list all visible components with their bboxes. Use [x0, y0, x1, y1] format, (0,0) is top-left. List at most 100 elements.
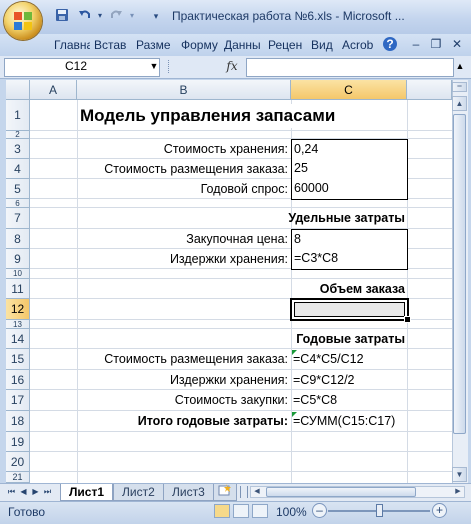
- tab-insert[interactable]: Встав: [94, 36, 130, 54]
- row-header-18[interactable]: 18: [6, 411, 30, 432]
- tab-review[interactable]: Рецен: [268, 36, 304, 54]
- column-header-b[interactable]: B: [77, 80, 291, 100]
- row-header-13[interactable]: 13: [6, 320, 30, 329]
- purchase-cost-cell[interactable]: =C5*C8: [291, 391, 409, 410]
- column-header-a[interactable]: A: [30, 80, 77, 100]
- column-header-c[interactable]: C: [291, 80, 407, 100]
- row-header-10[interactable]: 10: [6, 269, 30, 279]
- name-box-value: C12: [64, 59, 87, 73]
- purchase-price-cell[interactable]: 8: [291, 229, 408, 250]
- redo-icon[interactable]: [108, 8, 124, 24]
- scroll-down-icon[interactable]: ▼: [452, 467, 467, 482]
- fill-handle[interactable]: [404, 316, 411, 323]
- storage-cost-cell[interactable]: 0,24: [291, 139, 408, 160]
- insert-function-icon[interactable]: fx: [222, 58, 242, 75]
- row-header-1[interactable]: 1: [6, 100, 30, 131]
- status-text: Готово: [8, 505, 46, 519]
- error-indicator-icon[interactable]: [292, 350, 297, 355]
- expand-formula-bar-icon[interactable]: ▲: [455, 58, 465, 75]
- tab-formulas[interactable]: Форму: [181, 36, 221, 54]
- office-logo-icon: [14, 12, 32, 30]
- last-sheet-icon[interactable]: ⏭: [42, 486, 53, 498]
- row-header-5[interactable]: 5: [6, 179, 30, 199]
- purchase-cost-label: Стоимость закупки:: [174, 393, 288, 407]
- redo-dropdown-icon[interactable]: ▾: [124, 8, 140, 24]
- row-header-9[interactable]: 9: [6, 249, 30, 269]
- sheet-tab-1[interactable]: Лист1: [60, 484, 114, 501]
- page-layout-view-icon[interactable]: [233, 504, 249, 518]
- selected-cell-c12[interactable]: [290, 298, 411, 323]
- split-box-handle[interactable]: ═: [452, 82, 467, 92]
- sheet-title: Модель управления запасами: [80, 104, 390, 128]
- ribbon-minimize-icon[interactable]: –: [407, 35, 425, 53]
- row-header-3[interactable]: 3: [6, 139, 30, 159]
- horizontal-scroll-thumb[interactable]: [266, 487, 416, 497]
- row-header-11[interactable]: 11: [6, 279, 30, 299]
- normal-view-icon[interactable]: [214, 504, 230, 518]
- annual-holding-cost-cell[interactable]: =C9*C12/2: [291, 371, 409, 389]
- total-annual-cost-cell[interactable]: =СУММ(C15:C17): [291, 412, 409, 431]
- undo-dropdown-icon[interactable]: ▾: [92, 8, 108, 24]
- holding-cost-label: Издержки хранения:: [169, 252, 288, 266]
- annual-costs-heading: Годовые затраты: [296, 332, 405, 346]
- order-quantity-cell[interactable]: [294, 302, 405, 317]
- ribbon-close-icon[interactable]: ✕: [448, 35, 466, 53]
- sheet-tab-3[interactable]: Лист3: [163, 484, 214, 501]
- total-annual-cost-label: Итого годовые затраты:: [137, 414, 288, 428]
- undo-icon[interactable]: [77, 8, 93, 24]
- row-header-7[interactable]: 7: [6, 208, 30, 229]
- save-icon[interactable]: [54, 8, 70, 24]
- vertical-scroll-thumb[interactable]: [453, 114, 466, 434]
- order-cost-cell[interactable]: 25: [291, 159, 408, 180]
- zoom-out-icon[interactable]: –: [312, 503, 327, 518]
- order-cost-label: Стоимость размещения заказа:: [104, 162, 288, 176]
- first-sheet-icon[interactable]: ⏮: [6, 486, 17, 498]
- prev-sheet-icon[interactable]: ◀: [18, 486, 29, 498]
- tab-split-handle[interactable]: [240, 486, 248, 498]
- next-sheet-icon[interactable]: ▶: [30, 486, 41, 498]
- divider-handle[interactable]: [168, 60, 171, 73]
- tab-page-layout[interactable]: Разме: [136, 36, 176, 54]
- row-header-6[interactable]: 6: [6, 199, 30, 208]
- column-header-d[interactable]: [407, 80, 452, 100]
- sheet-tab-2[interactable]: Лист2: [113, 484, 164, 501]
- row-header-12[interactable]: 12: [6, 299, 30, 320]
- tab-view[interactable]: Вид: [311, 36, 337, 54]
- row-header-15[interactable]: 15: [6, 349, 30, 370]
- holding-cost-cell[interactable]: =C3*C8: [291, 249, 408, 270]
- name-box-dropdown-icon[interactable]: ▼: [148, 58, 160, 75]
- office-button[interactable]: [4, 2, 42, 40]
- unit-costs-heading: Удельные затраты: [288, 211, 405, 225]
- zoom-level[interactable]: 100%: [276, 505, 307, 519]
- select-all-corner[interactable]: [6, 80, 30, 100]
- annual-demand-cell[interactable]: 60000: [291, 179, 408, 200]
- row-header-19[interactable]: 19: [6, 432, 30, 452]
- formula-input[interactable]: [246, 58, 454, 77]
- row-header-2[interactable]: 2: [6, 131, 30, 139]
- scroll-up-icon[interactable]: ▲: [452, 96, 467, 111]
- help-icon[interactable]: ?: [383, 37, 397, 51]
- row-header-20[interactable]: 20: [6, 452, 30, 472]
- row-header-16[interactable]: 16: [6, 370, 30, 390]
- annual-order-cost-cell[interactable]: =C4*C5/C12: [291, 350, 409, 369]
- storage-cost-label: Стоимость хранения:: [163, 142, 288, 156]
- row-header-14[interactable]: 14: [6, 329, 30, 349]
- error-indicator-icon[interactable]: [292, 412, 297, 417]
- row-header-8[interactable]: 8: [6, 229, 30, 249]
- tab-acrobat[interactable]: Acrob: [342, 36, 378, 54]
- row-header-21[interactable]: 21: [6, 472, 30, 483]
- tab-data[interactable]: Данны: [224, 36, 264, 54]
- insert-sheet-icon[interactable]: [213, 484, 237, 501]
- zoom-in-icon[interactable]: +: [432, 503, 447, 518]
- customize-toolbar-icon[interactable]: ▾: [148, 8, 164, 24]
- row-header-4[interactable]: 4: [6, 159, 30, 179]
- zoom-slider-handle[interactable]: [376, 504, 383, 517]
- scroll-right-icon[interactable]: ▶: [452, 487, 464, 497]
- row-header-17[interactable]: 17: [6, 390, 30, 411]
- ribbon-restore-icon[interactable]: ❐: [427, 35, 445, 53]
- page-break-view-icon[interactable]: [252, 504, 268, 518]
- annual-holding-cost-label: Издержки хранения:: [169, 373, 288, 387]
- tab-home[interactable]: Главна: [54, 36, 90, 54]
- window-title: Практическая работа №6.xls - Microsoft .…: [172, 9, 405, 23]
- scroll-left-icon[interactable]: ◀: [251, 487, 263, 497]
